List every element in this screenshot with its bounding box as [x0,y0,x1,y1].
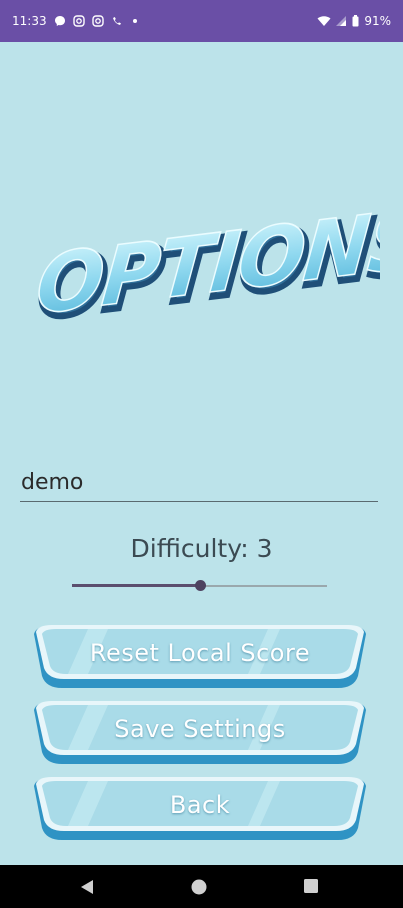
slider-thumb[interactable] [194,580,206,591]
wifi-icon [317,16,331,26]
instagram-icon [72,15,85,27]
difficulty-label: Difficulty: 3 [130,534,273,563]
name-input[interactable] [20,466,378,502]
back-icon[interactable] [80,879,94,895]
reset-local-score-button[interactable]: Reset Local Score [28,624,372,690]
navigation-bar [0,865,403,908]
dot-icon [132,19,137,23]
battery-percent: 91% [364,14,391,28]
messenger-icon [54,16,65,26]
home-icon[interactable] [191,879,207,895]
back-button[interactable]: Back [28,776,372,842]
recents-icon[interactable] [304,879,318,893]
svg-text:OPTIONS: OPTIONS [33,192,380,330]
save-settings-label: Save Settings [114,715,286,743]
clock: 11:33 [12,14,47,28]
back-label: Back [169,791,231,819]
signal-icon [336,16,347,26]
options-title-logo: OPTIONS OPTIONS [20,190,403,342]
reset-local-score-label: Reset Local Score [89,639,311,667]
slider-fill [72,584,200,587]
status-bar: 11:33 91% [0,0,403,42]
difficulty-slider[interactable] [72,576,327,596]
instagram-icon [91,15,104,27]
save-settings-button[interactable]: Save Settings [28,700,372,766]
wifi-calling-icon [112,17,121,25]
battery-icon [352,15,359,27]
